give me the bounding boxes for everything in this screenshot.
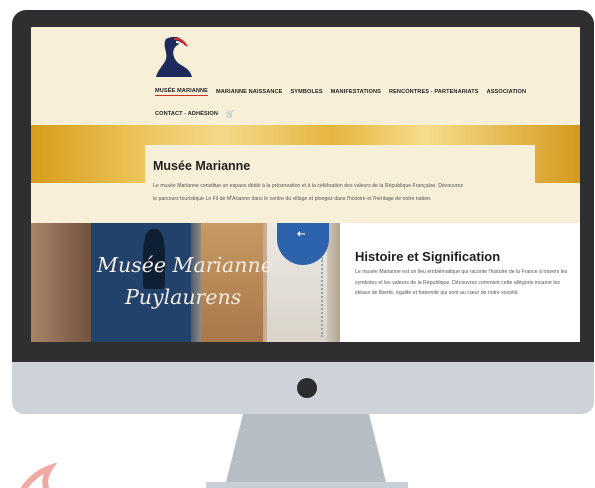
decorative-scribble bbox=[21, 462, 58, 488]
monitor-stand bbox=[206, 414, 408, 488]
